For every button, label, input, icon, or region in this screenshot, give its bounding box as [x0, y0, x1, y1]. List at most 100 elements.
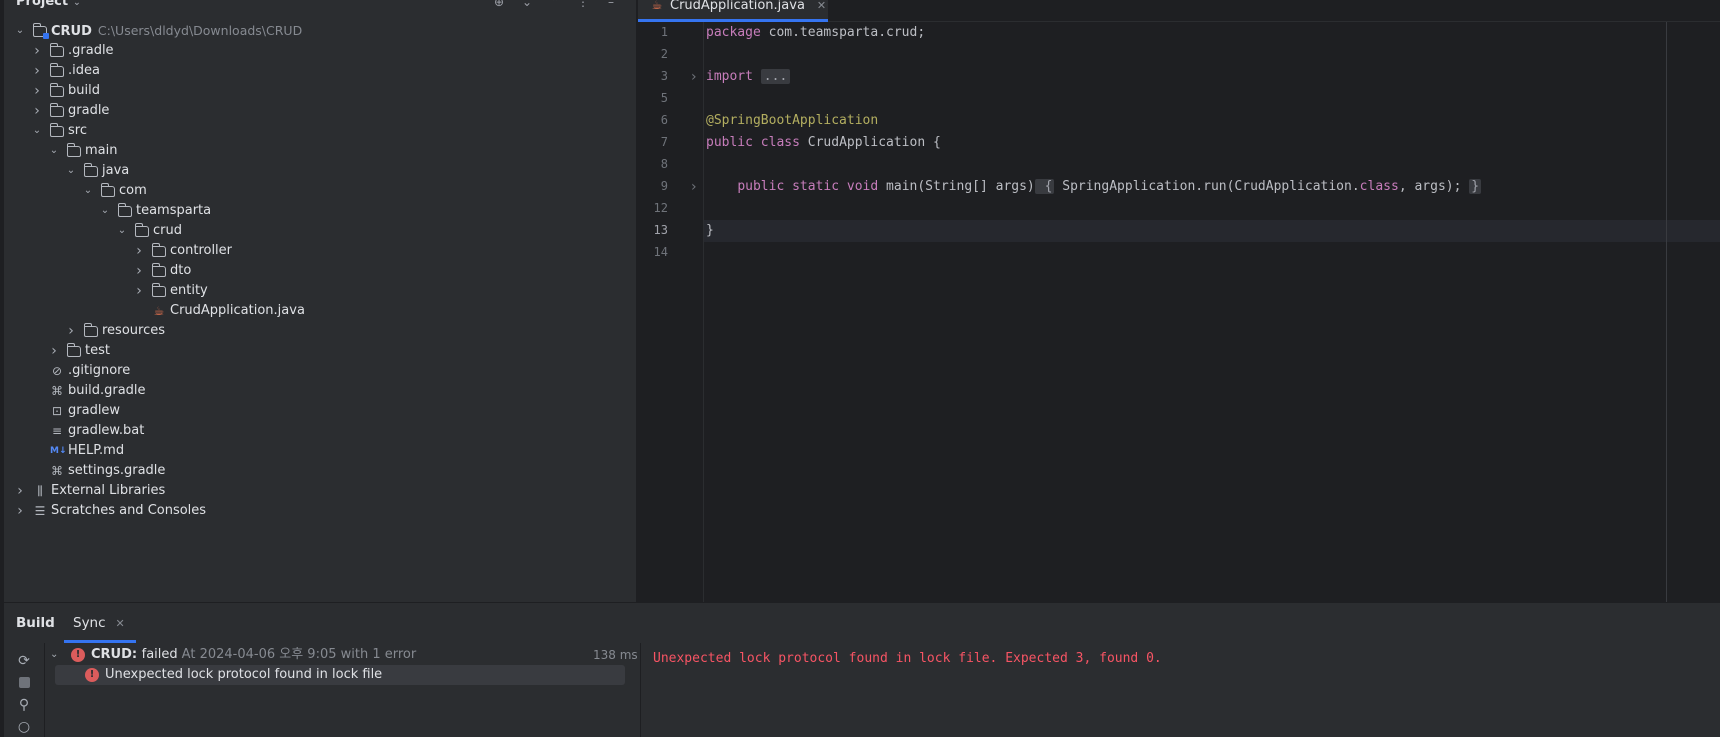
stop-icon[interactable]: [16, 675, 32, 691]
build-result-title: CRUD: failed At 2024-04-06 오후 9:05 with 1…: [91, 645, 416, 665]
tree-item-label: build.gradle: [68, 381, 146, 401]
tree-item[interactable]: ⊡ gradlew: [4, 401, 624, 421]
chevron-right-icon[interactable]: ›: [31, 61, 43, 81]
close-tab-icon[interactable]: ✕: [817, 0, 826, 12]
tree-item[interactable]: › build: [4, 81, 624, 101]
line-number: 8: [660, 157, 668, 171]
chevron-down-icon[interactable]: ⌄: [48, 141, 60, 161]
java-class-icon: ☕: [651, 0, 663, 12]
build-result-root[interactable]: ⌄ ! CRUD: failed At 2024-04-06 오후 9:05 wi…: [45, 645, 641, 665]
tree-item[interactable]: ⊘ .gitignore: [4, 361, 624, 381]
editor-tab-strip: ☕ CrudApplication.java ✕: [638, 0, 1720, 22]
tree-item[interactable]: ☕ CrudApplication.java: [4, 301, 624, 321]
tree-item[interactable]: › ☰ Scratches and Consoles: [4, 501, 624, 521]
chevron-right-icon[interactable]: ›: [31, 81, 43, 101]
close-tab-icon[interactable]: ✕: [116, 617, 125, 630]
code-token[interactable]: {: [1034, 179, 1055, 194]
expand-all-icon[interactable]: ⌄: [520, 0, 534, 9]
fold-expand-icon[interactable]: ›: [691, 179, 697, 195]
folder-icon: [66, 143, 81, 157]
chevron-down-icon[interactable]: ⌄: [50, 645, 58, 665]
chevron-right-icon[interactable]: ›: [133, 281, 145, 301]
fold-expand-icon[interactable]: ›: [691, 69, 697, 85]
build-toolbar: ⟳ ⚲ ○: [4, 643, 44, 737]
code-token: static: [792, 179, 847, 194]
hide-icon[interactable]: –: [604, 0, 618, 9]
tree-item-label: java: [102, 161, 129, 181]
build-output-console[interactable]: Unexpected lock protocol found in lock f…: [640, 643, 1720, 737]
pin-icon[interactable]: ⚲: [16, 697, 32, 713]
chevron-right-icon[interactable]: ›: [14, 481, 26, 501]
tree-item[interactable]: M↓ HELP.md: [4, 441, 624, 461]
tree-item[interactable]: ⌄ com: [4, 181, 624, 201]
current-line-highlight: [638, 220, 1720, 242]
tree-item[interactable]: › gradle: [4, 101, 624, 121]
tree-item[interactable]: › controller: [4, 241, 624, 261]
tree-item[interactable]: ⌄ main: [4, 141, 624, 161]
more-options-icon[interactable]: ⋮: [576, 0, 590, 9]
tree-item[interactable]: › .gradle: [4, 41, 624, 61]
chevron-right-icon[interactable]: ›: [133, 241, 145, 261]
folder-icon: [151, 243, 166, 257]
tree-item[interactable]: › test: [4, 341, 624, 361]
code-token: @SpringBootApplication: [706, 113, 879, 128]
tree-item[interactable]: ⌄ crud: [4, 221, 624, 241]
code-token: }: [706, 223, 714, 238]
tree-item[interactable]: ⌄ teamsparta: [4, 201, 624, 221]
locate-icon[interactable]: ⊕: [492, 0, 506, 9]
gradle-icon: ⌘: [51, 384, 63, 398]
project-view-selector[interactable]: Project ⌄: [16, 0, 81, 9]
sync-icon[interactable]: ⟳: [16, 653, 32, 669]
tree-item-label: main: [85, 141, 117, 161]
chevron-down-icon[interactable]: ⌄: [65, 161, 77, 181]
terminal-icon: ⊡: [51, 404, 63, 418]
tab-build[interactable]: Build: [16, 615, 55, 631]
help-icon[interactable]: ○: [16, 719, 32, 735]
tree-item[interactable]: ⌄ src: [4, 121, 624, 141]
folder-icon: [49, 63, 64, 77]
tree-item[interactable]: ⌄ CRUD C:\Users\dldyd\Downloads\CRUD: [4, 21, 624, 41]
tree-item[interactable]: ⌘ settings.gradle: [4, 461, 624, 481]
tree-item[interactable]: › .idea: [4, 61, 624, 81]
collapse-all-icon[interactable]: ⌃: [548, 0, 562, 9]
chevron-down-icon[interactable]: ⌄: [82, 181, 94, 201]
chevron-right-icon[interactable]: ›: [31, 41, 43, 61]
tree-item[interactable]: ⌘ build.gradle: [4, 381, 624, 401]
chevron-right-icon[interactable]: ›: [65, 321, 77, 341]
tree-item[interactable]: › ⫼ External Libraries: [4, 481, 624, 501]
code-token[interactable]: }: [1469, 179, 1482, 194]
tab-sync[interactable]: Sync ✕: [73, 615, 125, 631]
chevron-down-icon[interactable]: ⌄: [99, 201, 111, 221]
tree-item-label: crud: [153, 221, 182, 241]
build-output-text: Unexpected lock protocol found in lock f…: [653, 651, 1162, 666]
folder-icon: [49, 83, 64, 97]
tree-item-label: settings.gradle: [68, 461, 165, 481]
chevron-right-icon[interactable]: ›: [31, 101, 43, 121]
tree-item[interactable]: › resources: [4, 321, 624, 341]
tree-item[interactable]: › dto: [4, 261, 624, 281]
tree-item-name: main: [85, 143, 118, 158]
chevron-down-icon[interactable]: ⌄: [116, 221, 128, 241]
tree-item[interactable]: ⌄ java: [4, 161, 624, 181]
code-token[interactable]: ...: [760, 69, 791, 84]
line-number-gutter: 1 2 3 › 5 6 7 8 9 › 12 13 14: [638, 22, 704, 602]
error-icon: !: [71, 648, 85, 662]
code-line: package com.teamsparta.crud;: [706, 22, 925, 44]
line-number: 13: [653, 223, 668, 237]
code-token: import: [706, 69, 761, 84]
chevron-right-icon[interactable]: ›: [14, 501, 26, 521]
tree-item-label: build: [68, 81, 100, 101]
editor-tab-crudapplication[interactable]: ☕ CrudApplication.java ✕: [638, 0, 828, 22]
chevron-right-icon[interactable]: ›: [48, 341, 60, 361]
chevron-down-icon[interactable]: ⌄: [31, 121, 43, 141]
build-error-message: Unexpected lock protocol found in lock f…: [105, 667, 383, 682]
gitignore-icon: ⊘: [51, 364, 63, 378]
code-token: package: [706, 25, 769, 40]
tree-item[interactable]: ≡ gradlew.bat: [4, 421, 624, 441]
chevron-right-icon[interactable]: ›: [133, 261, 145, 281]
line-number: 7: [660, 135, 668, 149]
tree-item[interactable]: › entity: [4, 281, 624, 301]
chevron-down-icon[interactable]: ⌄: [14, 21, 26, 41]
code-token: , args);: [1398, 179, 1470, 194]
build-error-item[interactable]: ! Unexpected lock protocol found in lock…: [55, 665, 625, 685]
